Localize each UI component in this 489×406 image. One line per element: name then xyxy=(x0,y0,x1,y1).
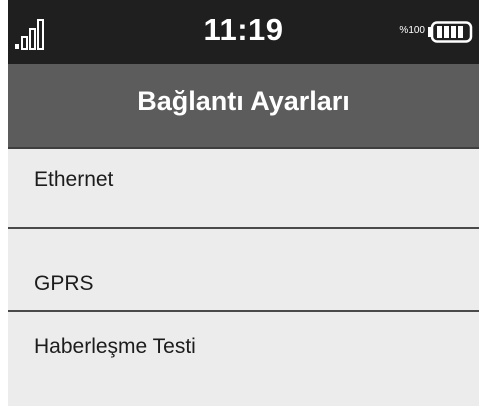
device-screen: 11:19 %100 Bağlantı Ayarları Ethernet GP… xyxy=(8,0,479,406)
status-bar: 11:19 %100 xyxy=(8,0,479,64)
menu-item-ethernet[interactable]: Ethernet xyxy=(8,149,479,227)
menu-item-communication-test[interactable]: Haberleşme Testi xyxy=(8,312,479,406)
battery-percentage: %100 xyxy=(399,25,425,36)
menu-item-label: GPRS xyxy=(34,272,94,295)
menu-item-label: Haberleşme Testi xyxy=(34,335,196,358)
battery-full-icon xyxy=(428,21,473,43)
menu-item-gprs[interactable]: GPRS xyxy=(8,229,479,310)
title-bar: Bağlantı Ayarları xyxy=(8,64,479,149)
menu-item-label: Ethernet xyxy=(34,168,114,191)
page-title: Bağlantı Ayarları xyxy=(137,86,350,116)
